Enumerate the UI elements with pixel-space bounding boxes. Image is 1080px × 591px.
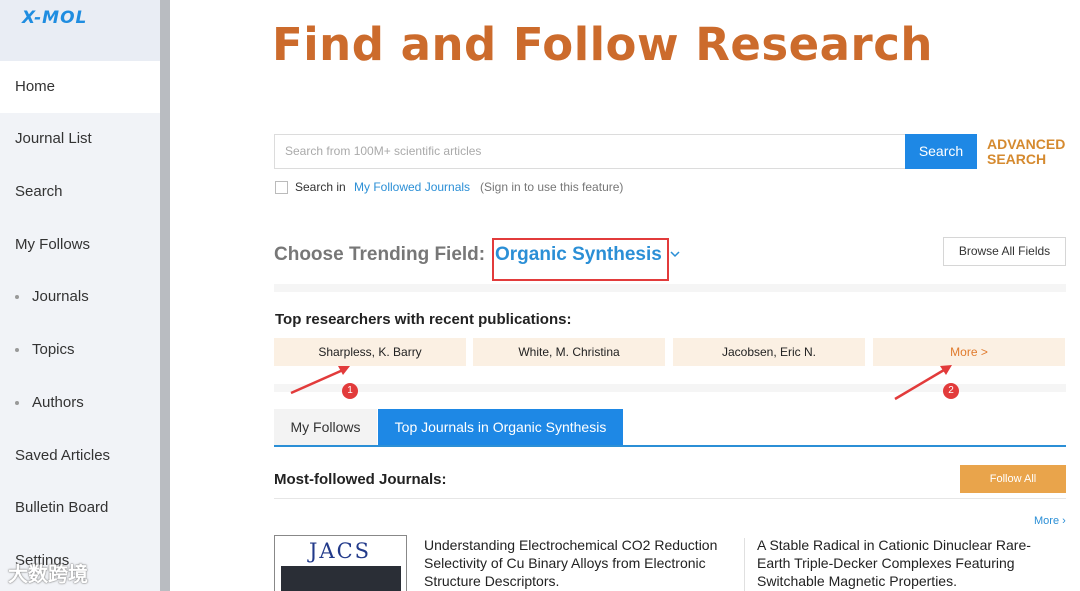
search-in-followed-checkbox[interactable] [275,181,288,194]
sidebar-item-authors[interactable]: Authors [0,377,160,429]
advanced-search-link[interactable]: ADVANCED SEARCH [987,137,1077,167]
researchers-title: Top researchers with recent publications… [275,311,572,328]
most-followed-title: Most-followed Journals: [274,471,447,488]
sidebar-item-label: My Follows [15,236,91,253]
jacs-cover-title: JACS [309,539,372,563]
article-title-line: A Stable Radical in Cationic Dinuclear R… [757,537,1031,553]
section-divider [274,284,1066,292]
article-separator [744,538,745,591]
search-in-label: Search in [295,180,346,194]
watermark-text: 大数跨境 [8,564,88,586]
page-title: Find and Follow Research [272,18,933,71]
search-input[interactable]: Search from 100M+ scientific articles [274,134,906,169]
article-title-line: Understanding Electrochemical CO2 Reduct… [424,537,718,553]
sidebar-item-home[interactable]: Home [0,61,160,113]
bullet-icon [15,348,19,352]
tab-top-journals[interactable]: Top Journals in Organic Synthesis [378,409,623,445]
tabs-underline [274,445,1066,447]
jacs-cover-image[interactable]: JACS [274,535,407,591]
trending-field-select[interactable]: Organic Synthesis [495,244,662,266]
sidebar-item-label: Saved Articles [15,447,111,464]
search-button[interactable]: Search [905,134,977,169]
annotation-badge-1: 1 [342,383,358,399]
chevron-down-icon[interactable] [670,249,680,259]
sidebar-item-topics[interactable]: Topics [0,324,160,376]
followed-journals-link[interactable]: My Followed Journals [354,180,470,194]
sidebar-item-label: Home [15,78,56,95]
article-link[interactable]: Understanding Electrochemical CO2 Reduct… [424,536,717,590]
bullet-icon [15,401,19,405]
sidebar-item-label: Topics [32,341,75,358]
advanced-search-line2: SEARCH [987,151,1047,167]
cover-artwork [281,566,401,591]
sidebar-item-label: Search [15,183,63,200]
article-title-line: Switchable Magnetic Properties. [757,573,957,589]
sidebar-item-label: Bulletin Board [15,499,109,516]
article-title-line: Structure Descriptors. [424,573,560,589]
xmol-logo[interactable]: X-MOL [22,8,87,28]
researcher-jacobsen[interactable]: Jacobsen, Eric N. [673,338,865,366]
article-title-line: Selectivity of Cu Binary Alloys from Ele… [424,555,706,571]
sidebar-item-label: Journal List [15,130,92,147]
article-link[interactable]: A Stable Radical in Cationic Dinuclear R… [757,536,1031,590]
sidebar-item-label: Journals [32,288,89,305]
follow-all-button[interactable]: Follow All [960,465,1066,493]
advanced-search-line1: ADVANCED [987,136,1066,152]
sign-in-note: (Sign in to use this feature) [480,180,624,194]
browse-all-fields-button[interactable]: Browse All Fields [943,237,1066,266]
sidebar-item-journals[interactable]: Journals [0,271,160,323]
annotation-badge-2: 2 [943,383,959,399]
sidebar-item-my-follows[interactable]: My Follows [0,219,160,271]
researcher-white[interactable]: White, M. Christina [473,338,665,366]
divider [274,498,1066,499]
choose-field-label: Choose Trending Field: [274,244,486,265]
tab-my-follows[interactable]: My Follows [274,409,377,445]
sidebar-item-label: Authors [32,394,84,411]
sidebar-item-journal-list[interactable]: Journal List [0,113,160,165]
article-title-line: Earth Triple-Decker Complexes Featuring [757,555,1015,571]
sidebar-border [160,0,170,591]
sidebar-item-bulletin-board[interactable]: Bulletin Board [0,482,160,534]
sidebar-item-search[interactable]: Search [0,166,160,218]
journals-more-link[interactable]: More › [1034,515,1066,527]
sidebar-item-saved-articles[interactable]: Saved Articles [0,430,160,482]
bullet-icon [15,295,19,299]
